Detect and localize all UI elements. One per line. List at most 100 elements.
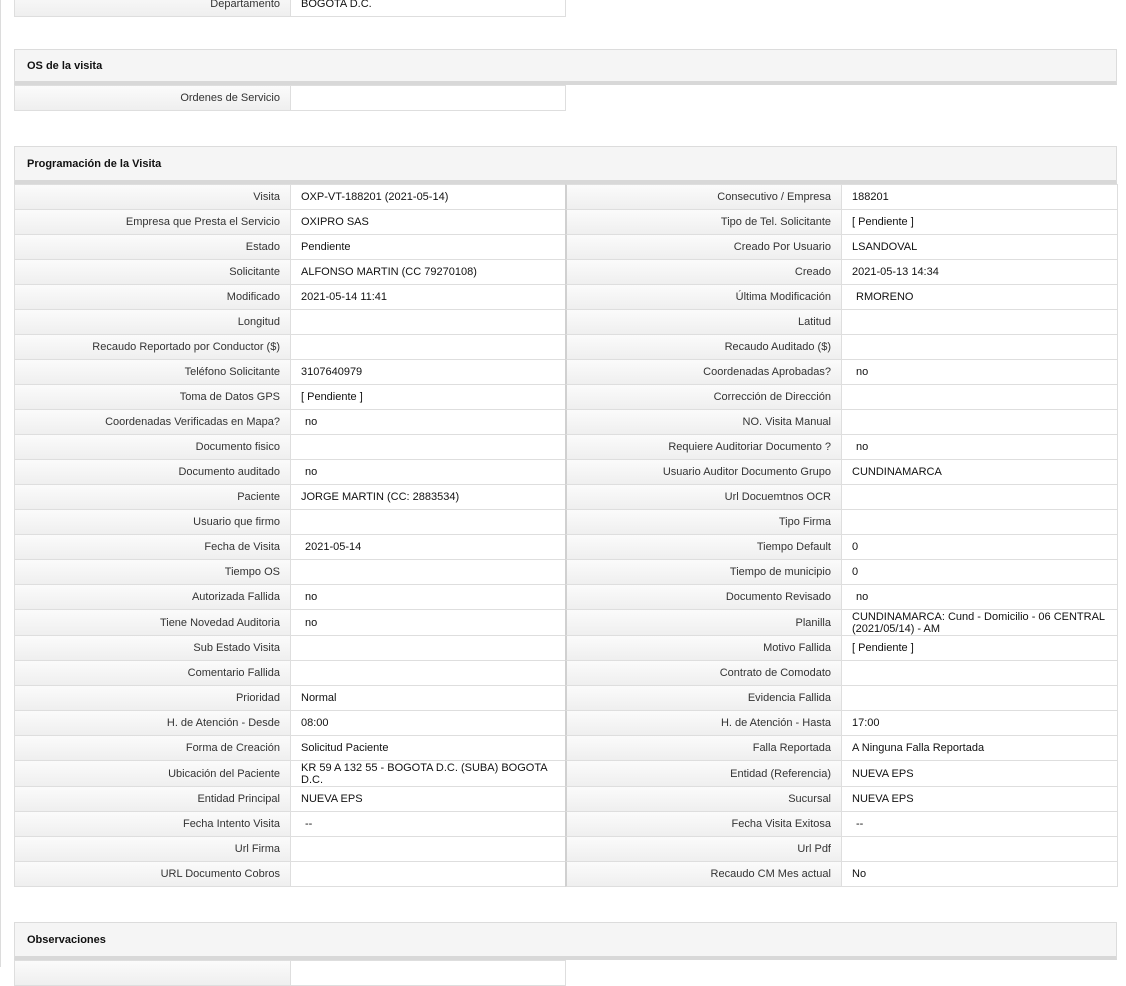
field-label: Longitud [14,309,291,335]
field-label: Coordenadas Aprobadas? [565,359,842,385]
field-value: NUEVA EPS [841,760,1118,787]
field-value [841,384,1118,410]
field-value: no [290,609,566,636]
field-label: Tiempo OS [14,559,291,585]
field-value: RMORENO [841,284,1118,310]
field-value: 188201 [841,184,1118,210]
observaciones-label [14,960,291,986]
field-value: no [290,584,566,610]
field-label: Requiere Auditoriar Documento ? [565,434,842,460]
field-value: ALFONSO MARTIN (CC 79270108) [290,259,566,285]
field-value [841,660,1118,686]
field-value [841,409,1118,435]
field-value: Solicitud Paciente [290,735,566,761]
field-label: Tipo Firma [565,509,842,535]
field-label: Url Docuemtnos OCR [565,484,842,510]
ordenes-servicio-value [290,85,566,111]
field-value: no [841,584,1118,610]
field-label: Empresa que Presta el Servicio [14,209,291,235]
field-label: Corrección de Dirección [565,384,842,410]
field-label: Sucursal [565,786,842,812]
field-value [841,836,1118,862]
field-value: 2021-05-13 14:34 [841,259,1118,285]
field-label: Toma de Datos GPS [14,384,291,410]
field-label: Forma de Creación [14,735,291,761]
field-value: no [841,434,1118,460]
field-label: Creado [565,259,842,285]
observaciones-table [14,960,566,986]
field-label: Consecutivo / Empresa [565,184,842,210]
field-value [290,635,566,661]
field-label: Tipo de Tel. Solicitante [565,209,842,235]
field-value [290,334,566,360]
field-value: OXIPRO SAS [290,209,566,235]
field-value [290,434,566,460]
field-label: Creado Por Usuario [565,234,842,260]
field-label: Sub Estado Visita [14,635,291,661]
field-label: Falla Reportada [565,735,842,761]
field-value: JORGE MARTIN (CC: 2883534) [290,484,566,510]
os-section: OS de la visita Ordenes de Servicio [14,49,1117,111]
field-value: -- [841,811,1118,837]
departamento-label: Departamento [14,0,291,17]
field-value: [ Pendiente ] [841,209,1118,235]
field-value: No [841,861,1118,887]
programacion-section: Programación de la Visita Visita OXP-VT-1… [14,146,1118,887]
field-value: 08:00 [290,710,566,736]
field-label: Documento auditado [14,459,291,485]
field-label: Última Modificación [565,284,842,310]
field-value: CUNDINAMARCA: Cund - Domicilio - 06 CENT… [841,609,1118,636]
field-value: 17:00 [841,710,1118,736]
field-value: 3107640979 [290,359,566,385]
field-value: LSANDOVAL [841,234,1118,260]
field-value [841,309,1118,335]
field-value: no [841,359,1118,385]
field-label: Fecha Visita Exitosa [565,811,842,837]
field-label: Estado [14,234,291,260]
field-label: Documento fisico [14,434,291,460]
field-label: Usuario que firmo [14,509,291,535]
field-label: Modificado [14,284,291,310]
field-label: URL Documento Cobros [14,861,291,887]
os-table: Ordenes de Servicio [14,85,566,111]
field-label: Planilla [565,609,842,636]
field-value: [ Pendiente ] [290,384,566,410]
field-value: A Ninguna Falla Reportada [841,735,1118,761]
field-value: 2021-05-14 [290,534,566,560]
field-value [841,334,1118,360]
field-value [841,685,1118,711]
field-label: Teléfono Solicitante [14,359,291,385]
field-label: Visita [14,184,291,210]
field-label: Coordenadas Verificadas en Mapa? [14,409,291,435]
field-value [290,509,566,535]
field-label: Fecha de Visita [14,534,291,560]
field-value: CUNDINAMARCA [841,459,1118,485]
field-label: Recaudo Reportado por Conductor ($) [14,334,291,360]
field-label: Entidad (Referencia) [565,760,842,787]
field-value: 2021-05-14 11:41 [290,284,566,310]
field-value: 0 [841,534,1118,560]
field-value: no [290,409,566,435]
ordenes-servicio-label: Ordenes de Servicio [14,85,291,111]
field-value: 0 [841,559,1118,585]
field-label: Paciente [14,484,291,510]
field-label: Motivo Fallida [565,635,842,661]
departamento-value: BOGOTA D.C. [290,0,566,17]
field-value: Pendiente [290,234,566,260]
field-label: Evidencia Fallida [565,685,842,711]
field-value: OXP-VT-188201 (2021-05-14) [290,184,566,210]
observaciones-section-title: Observaciones [14,922,1117,960]
field-label: Tiene Novedad Auditoria [14,609,291,636]
field-label: Comentario Fallida [14,660,291,686]
programacion-table: Visita OXP-VT-188201 (2021-05-14) Consecut… [14,184,1118,887]
programacion-section-title: Programación de la Visita [14,146,1117,184]
field-label: Fecha Intento Visita [14,811,291,837]
field-label: Url Firma [14,836,291,862]
field-value [290,836,566,862]
field-value: KR 59 A 132 55 - BOGOTA D.C. (SUBA) BOGO… [290,760,566,787]
field-label: Entidad Principal [14,786,291,812]
field-label: H. de Atención - Hasta [565,710,842,736]
field-value [841,484,1118,510]
field-label: NO. Visita Manual [565,409,842,435]
observaciones-section: Observaciones [14,922,1117,986]
